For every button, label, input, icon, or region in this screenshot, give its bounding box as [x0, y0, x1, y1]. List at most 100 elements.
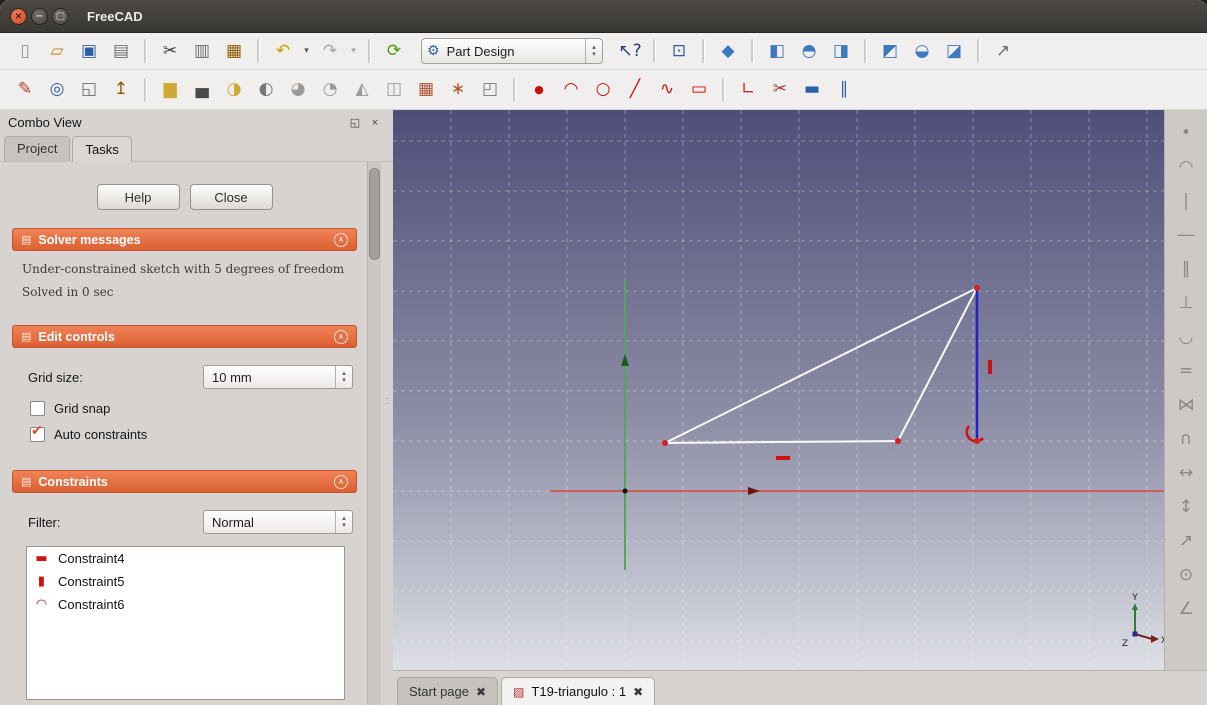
undo-icon[interactable]: ↶ — [268, 37, 298, 65]
fit-all-icon[interactable]: ⊡ — [664, 37, 694, 65]
top-view-icon[interactable]: ◓ — [794, 37, 824, 65]
tab-tasks[interactable]: Tasks — [72, 136, 132, 162]
horizontal-constraint-marker[interactable] — [776, 456, 790, 460]
constrain-symmetric-icon[interactable]: ⋈ — [1172, 392, 1200, 418]
measure-distance-icon[interactable]: ↗ — [988, 37, 1018, 65]
constraints-header[interactable]: ▤ Constraints ∧ — [12, 470, 357, 493]
sketch-vertex[interactable] — [974, 438, 980, 444]
constrain-coincident-icon[interactable]: • — [1172, 120, 1200, 146]
sketch-vertex[interactable] — [895, 438, 901, 444]
tab-close-icon[interactable]: ✖ — [476, 685, 486, 699]
constrain-angle-icon[interactable]: ∠ — [1172, 596, 1200, 622]
tab-project[interactable]: Project — [4, 136, 71, 161]
rear-view-icon[interactable]: ◩ — [875, 37, 905, 65]
undo-dropdown-icon[interactable]: ▾ — [300, 37, 313, 65]
auto-constraints-checkbox[interactable]: ✔ Auto constraints — [30, 423, 355, 442]
right-view-icon[interactable]: ◨ — [826, 37, 856, 65]
tab-start-page[interactable]: Start page ✖ — [397, 677, 499, 705]
external-geometry-icon[interactable]: ▬ — [797, 76, 827, 104]
constraint-item[interactable]: ▮ Constraint5 — [27, 570, 344, 593]
workbench-spinner[interactable]: ▴ ▾ — [585, 39, 602, 63]
draft-icon[interactable]: ◭ — [347, 76, 377, 104]
window-maximize-button[interactable]: ▢ — [52, 7, 69, 25]
filter-spinner[interactable]: ▴ ▾ — [335, 511, 352, 533]
axonometric-view-icon[interactable]: ◆ — [713, 37, 743, 65]
constrain-radius-icon[interactable]: ⊙ — [1172, 562, 1200, 588]
close-button[interactable]: Close — [189, 184, 273, 210]
pocket-icon[interactable]: ▄ — [187, 76, 217, 104]
linear-pattern-icon[interactable]: ▦ — [411, 76, 441, 104]
open-folder-icon[interactable]: ▱ — [42, 37, 72, 65]
grid-size-select[interactable]: 10 mm ▴ ▾ — [203, 365, 353, 389]
panel-scrollbar[interactable] — [367, 161, 381, 705]
trim-edge-icon[interactable]: ✂ — [765, 76, 795, 104]
constrain-distance-icon[interactable]: ↗ — [1172, 528, 1200, 554]
groove-icon[interactable]: ◐ — [251, 76, 281, 104]
polar-pattern-icon[interactable]: ∗ — [443, 76, 473, 104]
float-panel-icon[interactable]: ◱ — [347, 116, 363, 129]
new-file-icon[interactable]: ▯ — [10, 37, 40, 65]
copy-icon[interactable]: ▥ — [187, 37, 217, 65]
constrain-perpendicular-icon[interactable]: ⊥ — [1172, 290, 1200, 316]
collapse-icon[interactable]: ∧ — [334, 474, 348, 489]
filter-select[interactable]: Normal ▴ ▾ — [203, 510, 353, 534]
paste-icon[interactable]: ▦ — [219, 37, 249, 65]
fillet-icon[interactable]: ◕ — [283, 76, 313, 104]
window-close-button[interactable]: × — [10, 7, 27, 25]
reorient-sketch-icon[interactable]: ↥ — [106, 76, 136, 104]
print-icon[interactable]: ▤ — [106, 37, 136, 65]
front-view-icon[interactable]: ◧ — [762, 37, 792, 65]
whatsthis-icon[interactable]: ↖? — [615, 37, 645, 65]
tab-t19-triangulo[interactable]: ▨ T19-triangulo : 1 ✖ — [501, 677, 656, 705]
scaled-icon[interactable]: ◰ — [475, 76, 505, 104]
map-sketch-icon[interactable]: ◱ — [74, 76, 104, 104]
construction-mode-icon[interactable]: ∥ — [829, 76, 859, 104]
pad-icon[interactable]: ▆ — [155, 76, 185, 104]
left-view-icon[interactable]: ◪ — [939, 37, 969, 65]
3d-viewport[interactable]: Y X Z — [393, 110, 1164, 670]
constrain-point-on-object-icon[interactable]: ◠ — [1172, 154, 1200, 180]
constrain-vertical-icon[interactable]: ∣ — [1172, 188, 1200, 214]
vertical-constraint-marker[interactable] — [988, 360, 992, 374]
constraint-item[interactable]: ▬ Constraint4 — [27, 547, 344, 570]
point-icon[interactable]: ● — [524, 76, 554, 104]
save-icon[interactable]: ▣ — [74, 37, 104, 65]
window-minimize-button[interactable]: − — [31, 7, 48, 25]
edit-controls-header[interactable]: ▤ Edit controls ∧ — [12, 325, 357, 348]
tab-close-icon[interactable]: ✖ — [633, 685, 643, 699]
collapse-icon[interactable]: ∧ — [334, 232, 348, 247]
new-sketch-icon[interactable]: ✎ — [10, 76, 40, 104]
edit-sketch-icon[interactable]: ◎ — [42, 76, 72, 104]
help-button[interactable]: Help — [96, 184, 180, 210]
panel-splitter[interactable]: ∙ ∙ — [383, 394, 391, 418]
solver-messages-header[interactable]: ▤ Solver messages ∧ — [12, 228, 357, 251]
line-icon[interactable]: ╱ — [620, 76, 650, 104]
constraint-item[interactable]: ◠ Constraint6 — [27, 593, 344, 616]
revolution-icon[interactable]: ◑ — [219, 76, 249, 104]
grid-snap-checkbox[interactable]: Grid snap — [30, 401, 355, 416]
circle-icon[interactable]: ○ — [588, 76, 618, 104]
polyline-icon[interactable]: ∿ — [652, 76, 682, 104]
sketch-vertex[interactable] — [974, 285, 980, 291]
grid-size-spinner[interactable]: ▴ ▾ — [335, 366, 352, 388]
origin-point[interactable] — [622, 488, 628, 494]
collapse-icon[interactable]: ∧ — [334, 329, 348, 344]
scrollbar-thumb[interactable] — [369, 168, 380, 260]
arc-icon[interactable]: ◠ — [556, 76, 586, 104]
mirrored-icon[interactable]: ◫ — [379, 76, 409, 104]
redo-dropdown-icon[interactable]: ▾ — [347, 37, 360, 65]
sketch-vertex[interactable] — [662, 440, 668, 446]
constrain-equal-icon[interactable]: = — [1172, 358, 1200, 384]
rectangle-icon[interactable]: ▭ — [684, 76, 714, 104]
workbench-selector[interactable]: ⚙ Part Design ▴ ▾ — [421, 38, 603, 64]
close-panel-icon[interactable]: × — [367, 117, 383, 129]
constrain-horizontal-icon[interactable]: ― — [1172, 222, 1200, 248]
cut-icon[interactable]: ✂ — [155, 37, 185, 65]
constrain-tangent-icon[interactable]: ◡ — [1172, 324, 1200, 350]
constrain-lock-icon[interactable]: ∩ — [1172, 426, 1200, 452]
constrain-parallel-icon[interactable]: ∥ — [1172, 256, 1200, 282]
redo-icon[interactable]: ↷ — [315, 37, 345, 65]
constrain-distance-y-icon[interactable]: ↕ — [1172, 494, 1200, 520]
sketch-fillet-icon[interactable]: ∟ — [733, 76, 763, 104]
bottom-view-icon[interactable]: ◒ — [907, 37, 937, 65]
